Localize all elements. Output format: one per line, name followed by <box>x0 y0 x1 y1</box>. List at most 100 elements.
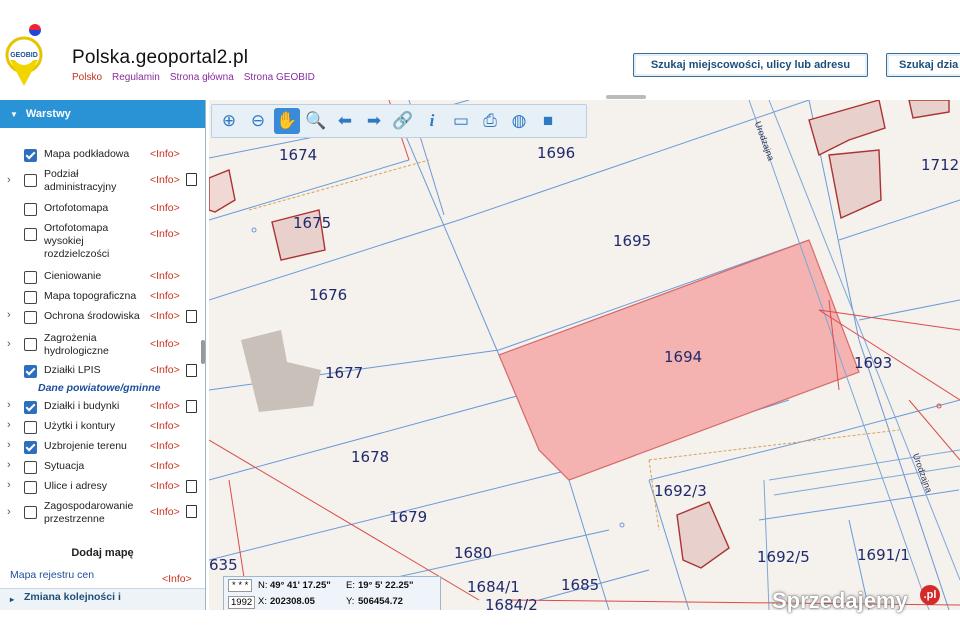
document-icon[interactable] <box>186 364 197 377</box>
search-address-button[interactable]: Szukaj miejscowości, ulicy lub adresu <box>633 53 868 77</box>
parcel-label: 1677 <box>325 364 364 382</box>
layer-info-link[interactable]: <Info> <box>150 148 180 160</box>
chevron-right-icon[interactable]: › <box>7 309 11 321</box>
layer-label: Sytuacja <box>44 460 85 472</box>
layer-checkbox[interactable] <box>24 365 37 378</box>
chevron-right-icon[interactable]: › <box>7 174 11 186</box>
registry-map-link[interactable]: Mapa rejestru cen nieruchomości <box>10 569 130 581</box>
layer-info-link[interactable]: <Info> <box>150 400 180 412</box>
layer-checkbox[interactable] <box>24 203 37 216</box>
site-title: Polska.geoportal2.pl <box>72 47 249 68</box>
sidebar-scrollbar[interactable] <box>201 340 205 364</box>
nav-links: Polsko Regulamin Strona główna Strona GE… <box>72 72 315 83</box>
layer-checkbox[interactable] <box>24 401 37 414</box>
scale-indicator[interactable]: * * * <box>228 579 253 592</box>
layer-checkbox[interactable] <box>24 291 37 304</box>
parcel-label: 1684/1 <box>467 578 520 596</box>
layer-info-link[interactable]: <Info> <box>150 174 180 186</box>
layer-checkbox[interactable] <box>24 461 37 474</box>
layer-label: Ortofotomapa wysokiej rozdzielczości <box>44 222 110 260</box>
coord-e-label: E: <box>346 580 355 591</box>
chevron-right-icon[interactable]: › <box>7 338 11 350</box>
layer-info-link[interactable]: <Info> <box>150 480 180 492</box>
layer-checkbox[interactable] <box>24 174 37 187</box>
layer-info-link[interactable]: <Info> <box>150 310 180 322</box>
layer-checkbox[interactable] <box>24 311 37 324</box>
arrow-right-icon[interactable]: ➡ <box>361 108 387 134</box>
measure-ruler-icon[interactable]: ▭ <box>448 108 474 134</box>
epsg-code[interactable]: 1992 <box>228 596 256 609</box>
layer-checkbox[interactable] <box>24 421 37 434</box>
zoom-out-icon[interactable]: ⊖ <box>245 108 271 134</box>
zoom-box-icon[interactable]: 🔍 <box>303 108 329 134</box>
registry-info-link[interactable]: <Info> <box>162 573 192 585</box>
info-icon[interactable]: i <box>419 108 445 134</box>
parcel-label: 1685 <box>561 576 600 594</box>
layer-info-link[interactable]: <Info> <box>150 338 180 350</box>
lpis-building <box>241 330 321 412</box>
nav-link-strona-geobid[interactable]: Strona GEOBID <box>244 72 315 83</box>
add-map-title: Dodaj mapę <box>71 547 134 559</box>
chevron-right-icon[interactable]: › <box>7 439 11 451</box>
video-camera-icon[interactable]: ■ <box>535 108 561 134</box>
document-icon[interactable] <box>186 400 197 413</box>
pan-hand-icon[interactable]: ✋ <box>274 108 300 134</box>
zoom-in-icon[interactable]: ⊕ <box>216 108 242 134</box>
link-icon[interactable]: 🔗 <box>390 108 416 134</box>
watermark: Sprzedajemy <box>772 588 908 613</box>
layer-info-link[interactable]: <Info> <box>150 506 180 518</box>
reorder-panel[interactable]: Zmiana kolejności i ▸ <box>0 588 205 610</box>
document-icon[interactable] <box>186 310 197 323</box>
layer-checkbox[interactable] <box>24 506 37 519</box>
parcel-label: 1678 <box>351 448 390 466</box>
layer-checkbox[interactable] <box>24 441 37 454</box>
layer-label: Podział administracyjny <box>44 168 117 193</box>
layers-header[interactable]: ▼ Warstwy <box>0 100 205 128</box>
parcel-label: 1674 <box>279 146 318 164</box>
layer-info-link[interactable]: <Info> <box>150 270 180 282</box>
chevron-right-icon[interactable]: › <box>7 459 11 471</box>
document-icon[interactable] <box>186 173 197 186</box>
layer-info-link[interactable]: <Info> <box>150 364 180 376</box>
layer-info-link[interactable]: <Info> <box>150 440 180 452</box>
layer-label: Ochrona środowiska <box>44 310 140 322</box>
layer-label: Działki LPIS <box>44 364 101 376</box>
reorder-label: Zmiana kolejności i <box>24 591 121 603</box>
watermark-badge: .pl <box>920 585 940 605</box>
layer-checkbox[interactable] <box>24 228 37 241</box>
parcel-label: 1684/2 <box>485 596 538 610</box>
layer-checkbox[interactable] <box>24 271 37 284</box>
layer-info-link[interactable]: <Info> <box>150 290 180 302</box>
geobid-logo-icon: GEOBID <box>5 36 43 86</box>
layer-label: Zagrożenia hydrologiczne <box>44 332 109 357</box>
layer-info-link[interactable]: <Info> <box>150 460 180 472</box>
layer-info-link[interactable]: <Info> <box>150 202 180 214</box>
layer-checkbox[interactable] <box>24 481 37 494</box>
header-scrollbar[interactable] <box>606 95 646 99</box>
document-icon[interactable] <box>186 505 197 518</box>
parcel-label: 1692/5 <box>757 548 810 566</box>
nav-link-strona-glowna[interactable]: Strona główna <box>170 72 234 83</box>
coord-x-value: 202308.05 <box>270 596 315 607</box>
document-icon[interactable] <box>186 480 197 493</box>
map-view[interactable]: 1674 1696 1712 1675 1695 1676 1694 1693 1677 1678… <box>209 100 960 610</box>
nav-link-regulamin[interactable]: Regulamin <box>112 72 160 83</box>
nav-link-polsko[interactable]: Polsko <box>72 72 102 83</box>
chevron-right-icon[interactable]: › <box>7 479 11 491</box>
group-title: Dane powiatowe/gminne <box>38 382 161 394</box>
layer-info-link[interactable]: <Info> <box>150 420 180 432</box>
globe-icon[interactable]: ◍ <box>506 108 532 134</box>
chevron-right-icon[interactable]: › <box>7 506 11 518</box>
chevron-right-icon[interactable]: › <box>7 419 11 431</box>
chevron-right-icon[interactable]: › <box>7 399 11 411</box>
print-icon[interactable]: ⎙ <box>477 108 503 134</box>
parcel-label: 1712 <box>921 156 960 174</box>
arrow-left-icon[interactable]: ⬅ <box>332 108 358 134</box>
layer-info-link[interactable]: <Info> <box>150 228 180 240</box>
layer-checkbox[interactable] <box>24 149 37 162</box>
bottom-strip <box>0 610 960 640</box>
search-parcel-button[interactable]: Szukaj dzia <box>886 53 960 77</box>
layer-checkbox[interactable] <box>24 338 37 351</box>
layer-label: Cieniowanie <box>44 270 102 282</box>
collapse-icon: ▼ <box>10 110 18 119</box>
